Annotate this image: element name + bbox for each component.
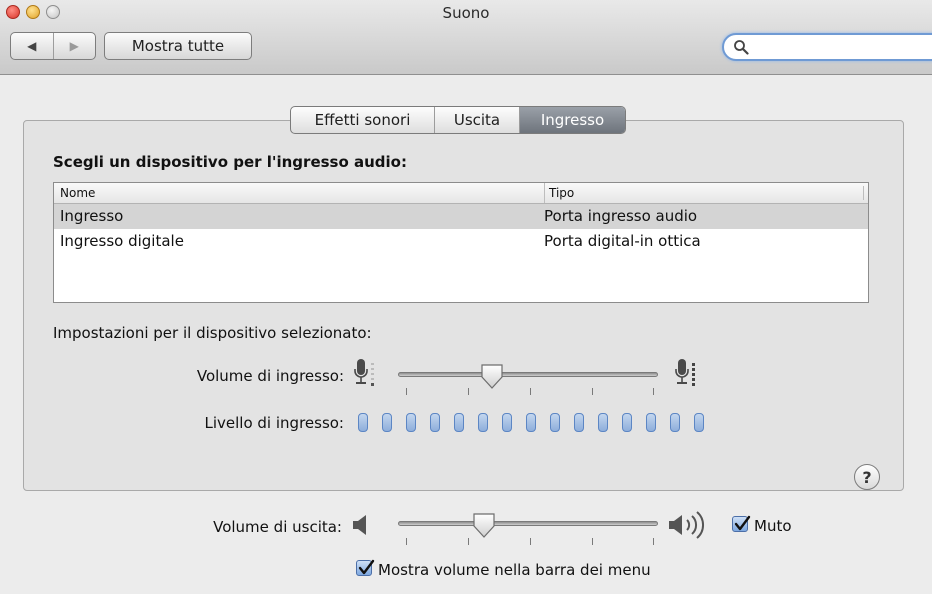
device-type: Porta digital-in ottica xyxy=(544,232,701,250)
mute-label[interactable]: Muto xyxy=(754,517,792,535)
chevron-right-icon: ▶ xyxy=(69,39,79,53)
input-level-segment xyxy=(382,413,392,432)
tab-uscita[interactable]: Uscita xyxy=(434,107,519,133)
checkmark-icon xyxy=(734,515,751,531)
input-volume-slider[interactable] xyxy=(398,372,658,377)
column-header-tipo[interactable]: Tipo xyxy=(544,183,574,203)
device-name: Ingresso xyxy=(60,207,124,225)
input-level-segment xyxy=(646,413,656,432)
column-header-nome[interactable]: Nome xyxy=(60,186,95,200)
input-level-segment xyxy=(694,413,704,432)
table-row[interactable]: Ingresso digitale Porta digital-in ottic… xyxy=(54,229,868,254)
sound-preferences-window: Suono ◀ ▶ Mostra tutte Effetti sonori Us… xyxy=(0,0,932,594)
input-device-table: Nome Tipo Ingresso Porta ingresso audio … xyxy=(53,182,869,303)
output-volume-ticks xyxy=(406,538,654,546)
microphone-high-icon xyxy=(675,359,695,386)
input-level-segment xyxy=(430,413,440,432)
microphone-low-icon xyxy=(354,359,374,386)
show-volume-in-menu-bar-label[interactable]: Mostra volume nella barra dei menu xyxy=(378,561,651,579)
input-volume-slider-knob[interactable] xyxy=(479,364,505,390)
toolbar: Suono ◀ ▶ Mostra tutte xyxy=(0,0,932,75)
tab-bar: Effetti sonori Uscita Ingresso xyxy=(290,106,626,134)
search-icon xyxy=(734,40,749,55)
input-volume-label: Volume di ingresso: xyxy=(196,367,344,385)
forward-button[interactable]: ▶ xyxy=(54,33,96,59)
device-name: Ingresso digitale xyxy=(60,232,184,250)
speaker-low-icon xyxy=(353,515,366,535)
help-button[interactable]: ? xyxy=(854,464,880,490)
chevron-left-icon: ◀ xyxy=(27,39,37,53)
input-level-segment xyxy=(598,413,608,432)
output-volume-label: Volume di uscita: xyxy=(213,518,342,536)
table-header: Nome Tipo xyxy=(54,183,868,204)
back-button[interactable]: ◀ xyxy=(11,33,54,59)
output-volume-slider-knob[interactable] xyxy=(471,513,497,539)
tab-panel xyxy=(23,120,904,491)
search-field[interactable] xyxy=(722,33,932,61)
input-level-segment xyxy=(406,413,416,432)
input-level-segment xyxy=(502,413,512,432)
table-row[interactable]: Ingresso Porta ingresso audio xyxy=(54,204,868,229)
input-level-segment xyxy=(454,413,464,432)
output-volume-slider[interactable] xyxy=(398,521,658,526)
mute-checkbox[interactable] xyxy=(732,515,751,532)
settings-title: Impostazioni per il dispositivo selezion… xyxy=(53,324,372,342)
window-title: Suono xyxy=(442,4,490,22)
input-level-segment xyxy=(550,413,560,432)
show-volume-in-menu-bar-checkbox[interactable] xyxy=(356,559,375,576)
show-all-button[interactable]: Mostra tutte xyxy=(104,32,252,60)
tab-effetti-sonori[interactable]: Effetti sonori xyxy=(291,107,434,133)
input-level-segment xyxy=(574,413,584,432)
section-title: Scegli un dispositivo per l'ingresso aud… xyxy=(53,153,407,171)
input-level-label: Livello di ingresso: xyxy=(204,414,345,432)
checkmark-icon xyxy=(358,559,375,575)
input-level-segment xyxy=(478,413,488,432)
device-type: Porta ingresso audio xyxy=(544,207,698,225)
column-divider xyxy=(863,186,864,200)
input-level-segment xyxy=(526,413,536,432)
tab-ingresso[interactable]: Ingresso xyxy=(519,107,625,133)
input-level-segment xyxy=(670,413,680,432)
input-level-segment xyxy=(358,413,368,432)
input-level-segment xyxy=(622,413,632,432)
input-volume-ticks xyxy=(406,388,654,396)
speaker-high-icon xyxy=(669,511,704,539)
back-forward-control: ◀ ▶ xyxy=(10,32,96,60)
